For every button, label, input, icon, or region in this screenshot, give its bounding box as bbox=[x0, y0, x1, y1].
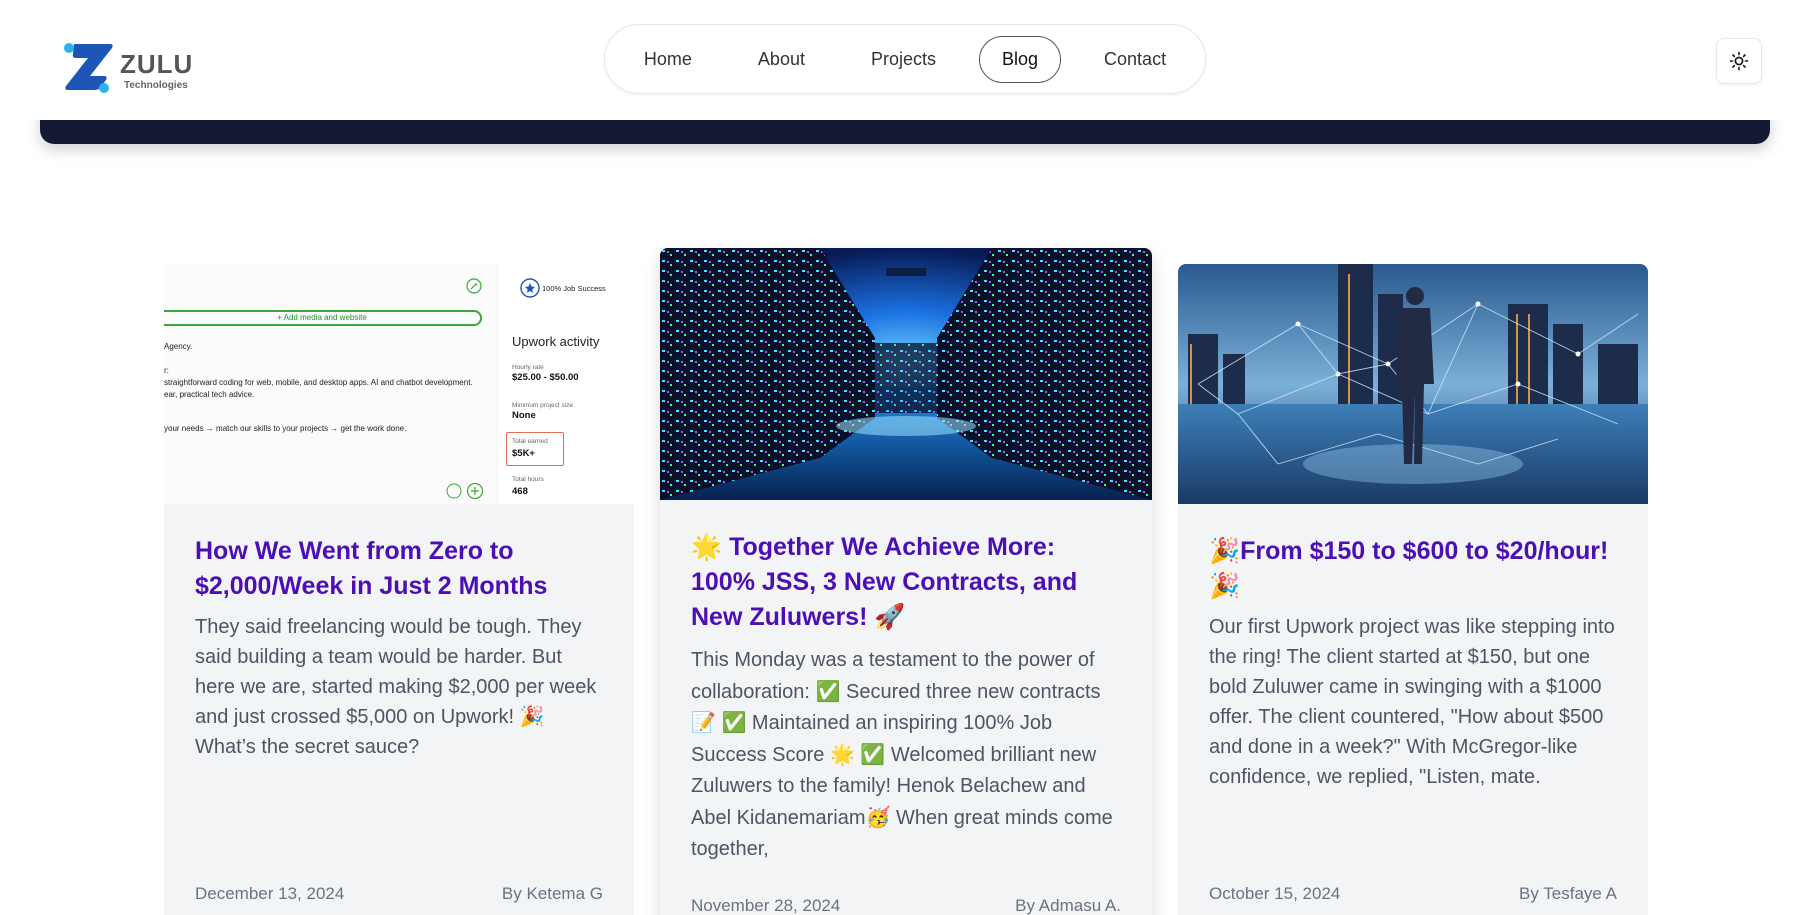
add-icon bbox=[446, 482, 484, 500]
theme-toggle-button[interactable] bbox=[1716, 38, 1762, 84]
post-image-upwork-screenshot: + Add media and website Agency. r: strai… bbox=[164, 264, 634, 504]
post-image-server-room bbox=[660, 248, 1152, 500]
post-excerpt: This Monday was a testament to the power… bbox=[691, 649, 1113, 860]
edit-icon bbox=[466, 278, 482, 294]
zulu-logo-mark-icon bbox=[64, 43, 113, 93]
blog-card[interactable]: 🌟 Together We Achieve More: 100% JSS, 3 … bbox=[660, 248, 1152, 915]
post-author: By Ketema G bbox=[501, 884, 603, 903]
job-success-badge-icon bbox=[520, 278, 540, 298]
nav-projects[interactable]: Projects bbox=[848, 36, 959, 83]
svg-text:ZULU: ZULU bbox=[120, 49, 193, 79]
post-excerpt: Our first Upwork project was like steppi… bbox=[1209, 616, 1615, 788]
nav-blog[interactable]: Blog bbox=[979, 35, 1062, 83]
post-date: December 13, 2024 bbox=[195, 884, 345, 903]
post-title[interactable]: How We Went from Zero to $2,000/Week in … bbox=[195, 534, 603, 604]
sun-icon bbox=[1729, 51, 1749, 71]
post-excerpt: They said freelancing would be tough. Th… bbox=[195, 616, 597, 758]
post-date: November 28, 2024 bbox=[691, 896, 841, 915]
blog-card[interactable]: 🎉From $150 to $600 to $20/hour! 🎉 Our fi… bbox=[1178, 264, 1648, 915]
nav-about[interactable]: About bbox=[735, 36, 828, 83]
main-nav: Home About Projects Blog Contact bbox=[604, 24, 1206, 94]
post-title[interactable]: 🎉From $150 to $600 to $20/hour! 🎉 bbox=[1209, 534, 1617, 604]
post-author: By Admasu A. bbox=[1015, 896, 1121, 915]
nav-contact[interactable]: Contact bbox=[1081, 36, 1189, 83]
post-image-city-network bbox=[1178, 264, 1648, 504]
nav-home[interactable]: Home bbox=[621, 36, 715, 83]
site-header: ZULU Technologies Home About Projects Bl… bbox=[0, 0, 1805, 120]
post-date: October 15, 2024 bbox=[1209, 884, 1341, 903]
post-title[interactable]: 🌟 Together We Achieve More: 100% JSS, 3 … bbox=[691, 530, 1121, 635]
svg-text:Technologies: Technologies bbox=[124, 80, 188, 91]
brand-logo[interactable]: ZULU Technologies bbox=[60, 40, 200, 96]
post-author: By Tesfaye A bbox=[1519, 884, 1617, 903]
blog-card[interactable]: + Add media and website Agency. r: strai… bbox=[164, 264, 634, 915]
